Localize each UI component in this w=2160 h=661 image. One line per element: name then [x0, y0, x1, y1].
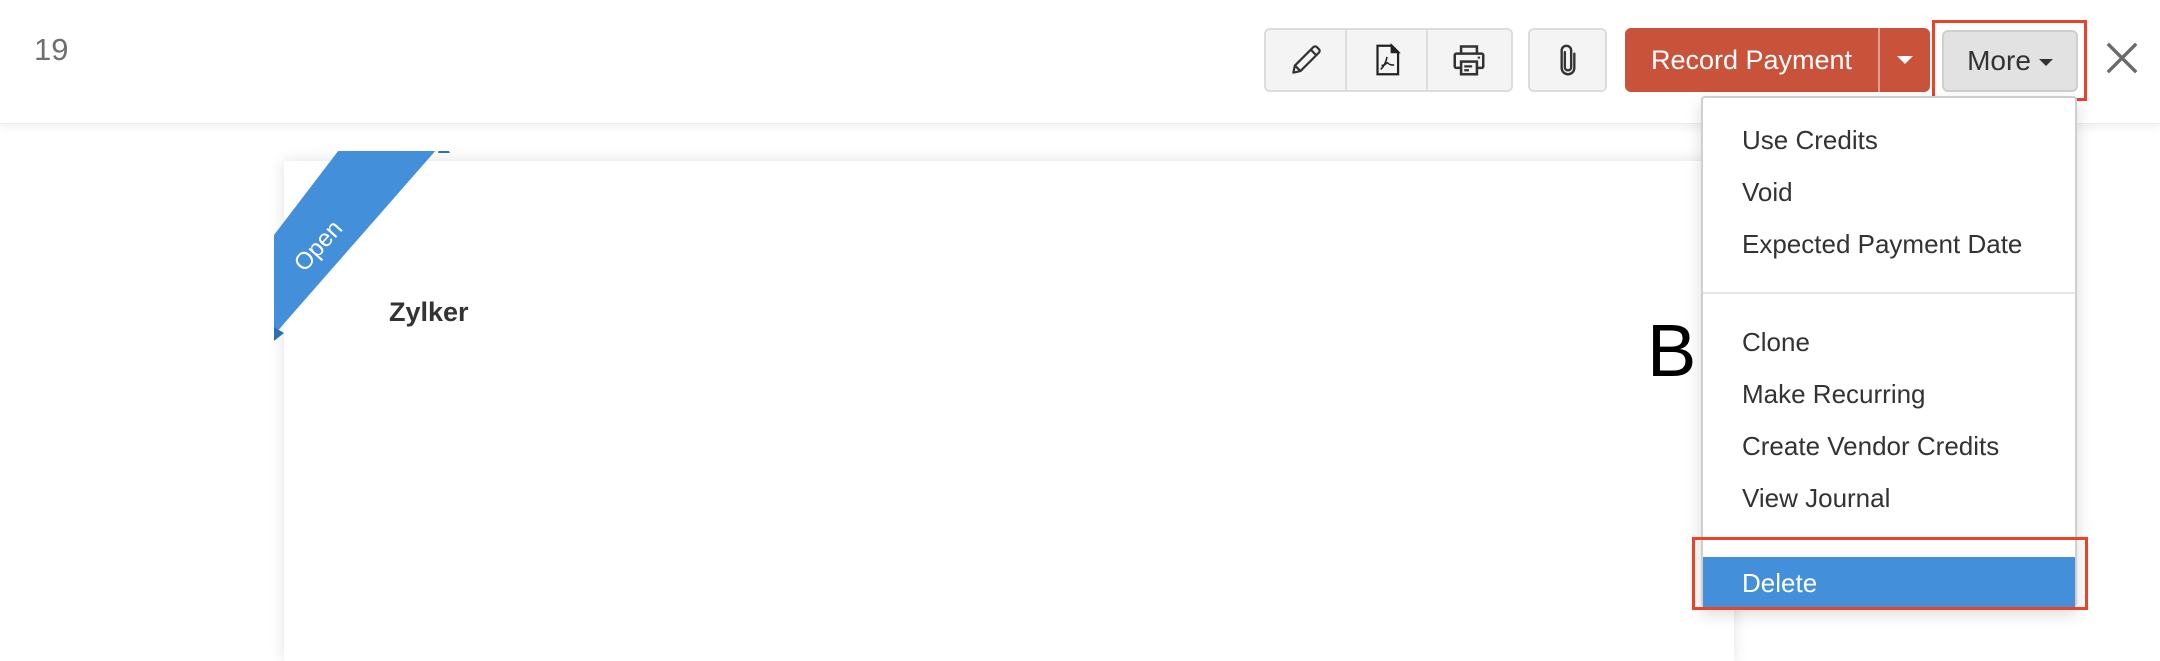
company-name: Zylker — [389, 297, 469, 327]
record-payment-button[interactable]: Record Payment — [1625, 28, 1878, 92]
action-button-group — [1264, 28, 1513, 92]
caret-down-icon — [1897, 56, 1913, 64]
menu-item-expected-payment-date[interactable]: Expected Payment Date — [1703, 218, 2075, 270]
more-button-label: More — [1967, 45, 2031, 76]
menu-divider — [1703, 538, 2075, 540]
menu-item-delete[interactable]: Delete — [1703, 557, 2075, 609]
document-title: B — [1647, 309, 1697, 392]
menu-item-use-credits[interactable]: Use Credits — [1703, 114, 2075, 166]
menu-item-create-vendor-credits[interactable]: Create Vendor Credits — [1703, 420, 2075, 472]
pdf-file-icon — [1375, 43, 1401, 76]
more-menu-dropdown: Use Credits Void Expected Payment Date C… — [1701, 96, 2077, 609]
menu-divider — [1703, 292, 2075, 294]
menu-item-void[interactable]: Void — [1703, 166, 2075, 218]
print-button[interactable] — [1428, 30, 1509, 90]
edit-button[interactable] — [1266, 30, 1347, 90]
bill-document — [284, 161, 1734, 661]
record-payment-split-button: Record Payment — [1625, 28, 1930, 92]
pencil-icon — [1291, 45, 1321, 74]
menu-item-make-recurring[interactable]: Make Recurring — [1703, 368, 2075, 420]
paperclip-icon — [1559, 44, 1576, 76]
menu-item-view-journal[interactable]: View Journal — [1703, 472, 2075, 524]
printer-icon — [1452, 45, 1485, 76]
menu-item-clone[interactable]: Clone — [1703, 316, 2075, 368]
close-button[interactable] — [2100, 36, 2144, 80]
more-button[interactable]: More — [1942, 30, 2078, 92]
record-number: 19 — [34, 32, 69, 67]
record-payment-dropdown-toggle[interactable] — [1878, 28, 1930, 92]
attach-button-group — [1528, 28, 1607, 92]
caret-down-icon — [2038, 59, 2053, 66]
pdf-button[interactable] — [1347, 30, 1428, 90]
attach-button[interactable] — [1530, 30, 1605, 90]
close-icon — [2106, 42, 2138, 74]
